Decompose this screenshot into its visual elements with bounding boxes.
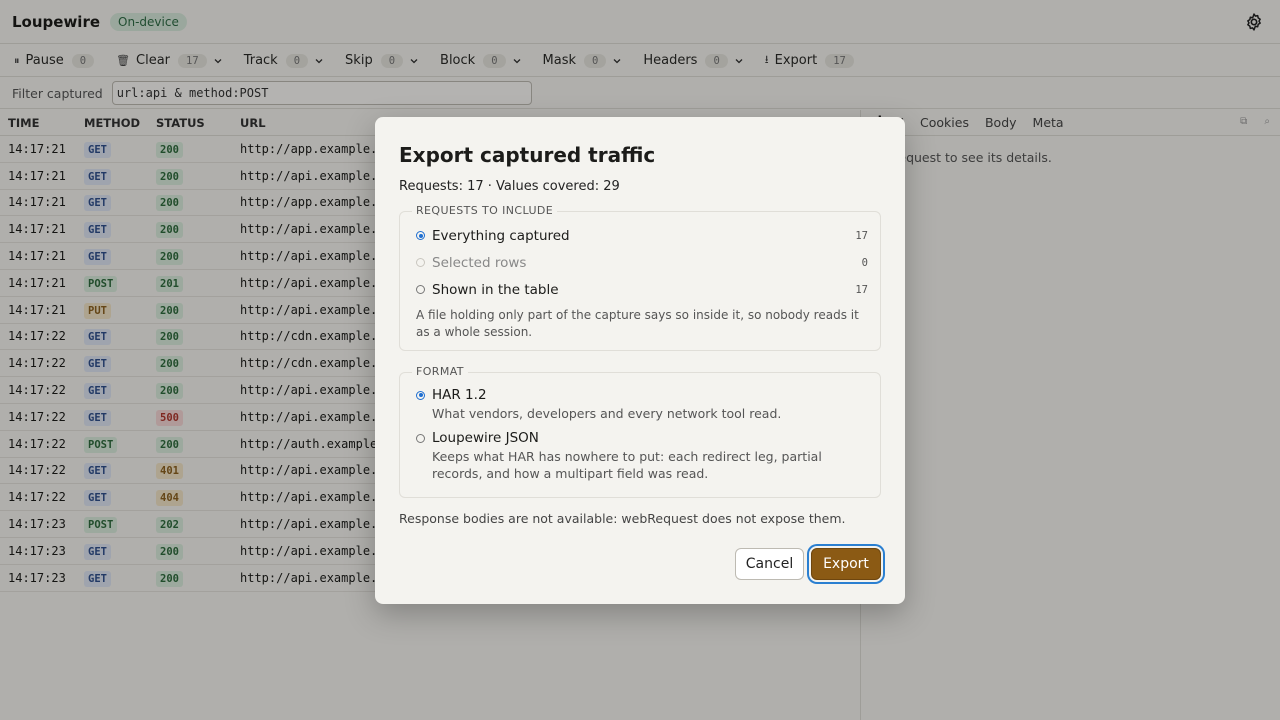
- format-legend: FORMAT: [412, 365, 468, 378]
- include-option-label: Everything captured: [432, 227, 570, 244]
- dialog-summary: Requests: 17 · Values covered: 29: [399, 179, 620, 194]
- include-option: Selected rows 0: [416, 249, 868, 276]
- dialog-title: Export captured traffic: [399, 143, 656, 167]
- include-option-count: 17: [855, 229, 868, 242]
- radio-button[interactable]: [416, 231, 425, 240]
- include-fieldset: REQUESTS TO INCLUDE Everything captured 1…: [399, 204, 881, 351]
- format-option[interactable]: Loupewire JSON Keeps what HAR has nowhere…: [416, 428, 868, 482]
- format-option-description: What vendors, developers and every netwo…: [432, 406, 782, 421]
- radio-button: [416, 258, 425, 267]
- export-dialog: Export captured traffic Requests: 17 · V…: [375, 117, 905, 604]
- format-fieldset: FORMAT HAR 1.2 What vendors, developers a…: [399, 365, 881, 498]
- format-option-row[interactable]: HAR 1.2: [416, 385, 868, 405]
- format-option-label: HAR 1.2: [432, 387, 487, 403]
- format-option-row[interactable]: Loupewire JSON: [416, 428, 868, 448]
- include-option-label: Selected rows: [432, 254, 527, 271]
- radio-button[interactable]: [416, 390, 425, 400]
- include-option[interactable]: Shown in the table 17: [416, 276, 868, 303]
- bodies-notice: Response bodies are not available: webRe…: [399, 511, 846, 526]
- include-legend: REQUESTS TO INCLUDE: [412, 204, 558, 217]
- include-option[interactable]: Everything captured 17: [416, 222, 868, 249]
- include-option-count: 0: [861, 256, 868, 269]
- export-button[interactable]: Export: [811, 548, 881, 580]
- radio-button[interactable]: [416, 433, 425, 443]
- radio-button[interactable]: [416, 285, 425, 294]
- include-note: A file holding only part of the capture …: [416, 308, 859, 339]
- dialog-actions: Cancel Export: [735, 548, 881, 580]
- format-option-description: Keeps what HAR has nowhere to put: each …: [432, 449, 822, 481]
- cancel-button[interactable]: Cancel: [735, 548, 804, 580]
- include-option-label: Shown in the table: [432, 281, 559, 298]
- format-option-label: Loupewire JSON: [432, 430, 539, 446]
- include-option-count: 17: [855, 283, 868, 296]
- format-option[interactable]: HAR 1.2 What vendors, developers and ever…: [416, 385, 868, 422]
